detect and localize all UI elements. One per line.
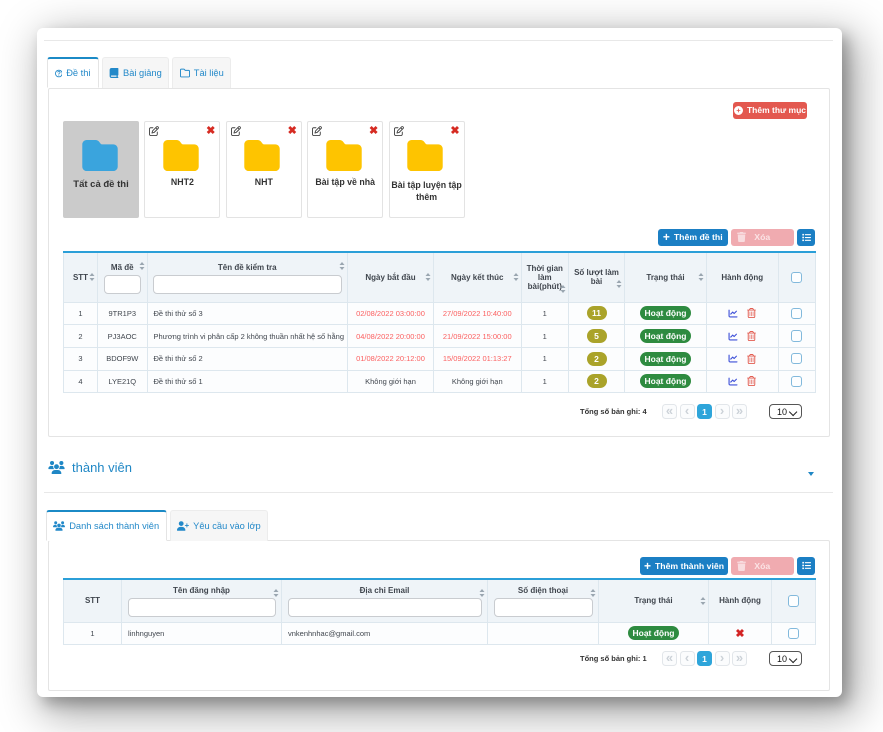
svg-text:?: ? — [56, 70, 60, 77]
